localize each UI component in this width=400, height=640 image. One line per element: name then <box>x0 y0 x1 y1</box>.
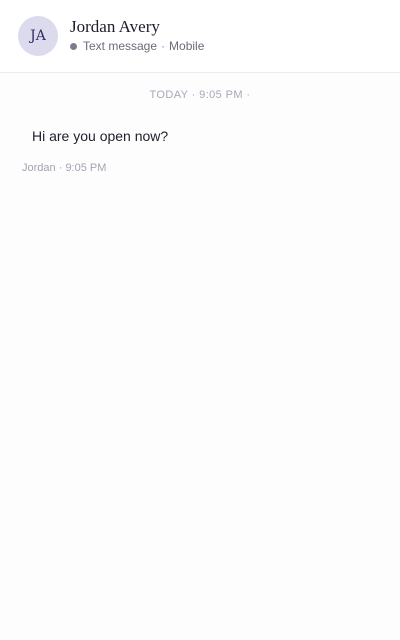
message-meta-separator: · <box>58 162 63 174</box>
conversation-header: JA Jordan Avery Text message · Mobile <box>0 0 400 73</box>
channel-label: Text message <box>83 39 158 53</box>
day-divider: TODAY · 9:05 PM · <box>149 89 251 101</box>
avatar[interactable]: JA <box>18 16 58 56</box>
device-label: Mobile <box>169 39 205 53</box>
message-bubble[interactable]: Hi are you open now? <box>22 124 178 148</box>
message-meta: Jordan · 9:05 PM <box>22 161 106 175</box>
message-time: 9:05 PM <box>65 162 107 174</box>
contact-name[interactable]: Jordan Avery <box>70 17 160 37</box>
contact-status: Text message · Mobile <box>70 39 204 53</box>
status-dot-icon <box>70 42 77 50</box>
conversation-view: JA Jordan Avery Text message · Mobile TO… <box>0 0 400 640</box>
status-separator: · <box>161 39 166 53</box>
message-sender: Jordan <box>22 162 56 174</box>
